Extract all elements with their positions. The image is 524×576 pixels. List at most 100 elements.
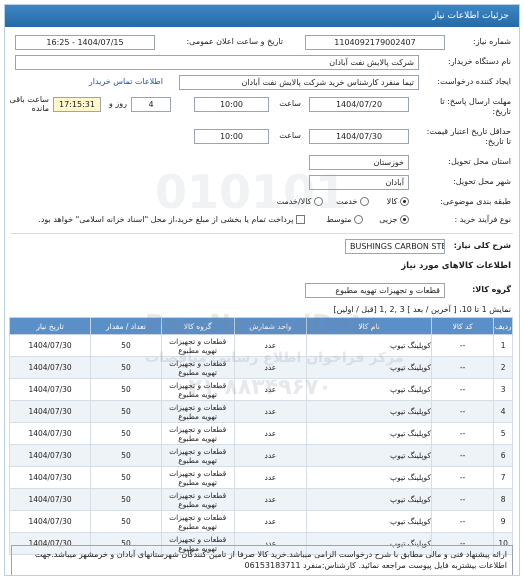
validity-date: 1404/07/30 xyxy=(309,129,409,144)
table-row: 1 -- کوپلینگ تیوپ عدد قطعات و تجهیزات تهویه … xyxy=(8,334,513,357)
row-summary: شرح کلی نیاز: BUSHINGS CARBON STEEL xyxy=(5,239,519,257)
cell-row: 8 xyxy=(493,488,513,511)
row-need-number: شماره نیاز: 1104092179002407 تاریخ و ساع… xyxy=(5,35,519,53)
row-goods-group: گروه کالا: قطعات و تجهیزات تهویه مطبوع xyxy=(5,283,519,301)
cell-date: 1404/07/30 xyxy=(8,444,92,467)
cell-name: کوپلینگ تیوپ xyxy=(306,356,432,379)
cell-quantity: 50 xyxy=(90,488,162,511)
row-category: طبقه بندی موضوعی: کالا خدمت کالا/خدمت xyxy=(5,195,519,213)
category-option-service[interactable]: خدمت xyxy=(336,197,369,206)
summary-value: BUSHINGS CARBON STEEL xyxy=(345,239,445,254)
table-row: 4 -- کوپلینگ تیوپ عدد قطعات و تجهیزات تهویه … xyxy=(8,400,513,423)
process-option-minor[interactable]: جزیی xyxy=(379,215,409,224)
table-row: 9 -- کوپلینگ تیوپ عدد قطعات و تجهیزات تهویه … xyxy=(8,510,513,533)
cell-date: 1404/07/30 xyxy=(8,466,92,489)
deadline-time-label: ساعت xyxy=(279,99,301,108)
city-label: شهر محل تحویل: xyxy=(453,177,511,186)
cell-code: -- xyxy=(430,466,495,489)
cell-unit: عدد xyxy=(233,488,308,511)
goods-table-header: ردیف کد کالا نام کالا واحد شمارش گروه کا… xyxy=(8,317,513,335)
cell-quantity: 50 xyxy=(90,378,162,401)
table-row: 7 -- کوپلینگ تیوپ عدد قطعات و تجهیزات تهویه … xyxy=(8,466,513,489)
radio-icon[interactable] xyxy=(360,197,369,206)
cell-code: -- xyxy=(430,444,495,467)
need-number-label: شماره نیاز: xyxy=(473,37,511,46)
row-deadline: مهلت ارسال پاسخ: تا تاریخ: 1404/07/20 سا… xyxy=(5,95,519,121)
goods-section-title: اطلاعات کالاهای مورد نیاز xyxy=(401,261,511,271)
process-option-medium[interactable]: متوسط xyxy=(326,215,363,224)
cell-date: 1404/07/30 xyxy=(8,356,92,379)
cell-group: قطعات و تجهیزات تهویه مطبوع xyxy=(160,334,235,357)
cell-group: قطعات و تجهیزات تهویه مطبوع xyxy=(160,422,235,445)
checkbox-icon[interactable] xyxy=(296,215,305,224)
col-quantity: تعداد / مقدار xyxy=(90,317,162,335)
cell-group: قطعات و تجهیزات تهویه مطبوع xyxy=(160,400,235,423)
cell-code: -- xyxy=(430,510,495,533)
row-process: نوع فرآیند خرید : جزیی متوسط پرداخت تمام… xyxy=(5,213,519,231)
deadline-time: 10:00 xyxy=(194,97,269,112)
cell-row: 5 xyxy=(493,422,513,445)
panel-title: جزئیات اطلاعات نیاز xyxy=(5,5,519,27)
days-remaining: 4 xyxy=(131,97,171,112)
radio-icon[interactable] xyxy=(314,197,323,206)
cell-unit: عدد xyxy=(233,466,308,489)
cell-group: قطعات و تجهیزات تهویه مطبوع xyxy=(160,466,235,489)
cell-name: کوپلینگ تیوپ xyxy=(306,466,432,489)
cell-group: قطعات و تجهیزات تهویه مطبوع xyxy=(160,510,235,533)
cell-name: کوپلینگ تیوپ xyxy=(306,510,432,533)
table-row: 2 -- کوپلینگ تیوپ عدد قطعات و تجهیزات تهویه … xyxy=(8,356,513,379)
cell-unit: عدد xyxy=(233,356,308,379)
deadline-date: 1404/07/20 xyxy=(309,97,409,112)
cell-group: قطعات و تجهیزات تهویه مطبوع xyxy=(160,356,235,379)
cell-unit: عدد xyxy=(233,510,308,533)
cell-row: 3 xyxy=(493,378,513,401)
table-row: 5 -- کوپلینگ تیوپ عدد قطعات و تجهیزات تهویه … xyxy=(8,422,513,445)
table-row: 3 -- کوپلینگ تیوپ عدد قطعات و تجهیزات تهویه … xyxy=(8,378,513,401)
radio-icon[interactable] xyxy=(400,197,409,206)
cell-quantity: 50 xyxy=(90,510,162,533)
cell-name: کوپلینگ تیوپ xyxy=(306,400,432,423)
cell-date: 1404/07/30 xyxy=(8,400,92,423)
cell-unit: عدد xyxy=(233,422,308,445)
row-province: استان محل تحویل: خوزستان xyxy=(5,155,519,173)
creator-label: ایجاد کننده درخواست: xyxy=(437,77,511,86)
radio-icon[interactable] xyxy=(354,215,363,224)
col-date: تاریخ نیاز xyxy=(8,317,92,335)
pagination[interactable]: نمایش 1 تا 10، [ آخرین / بعد ] 3 ,2 ,1 [… xyxy=(333,305,511,314)
cell-name: کوپلینگ تیوپ xyxy=(306,378,432,401)
col-row: ردیف xyxy=(493,317,513,335)
cell-row: 6 xyxy=(493,444,513,467)
cell-code: -- xyxy=(430,378,495,401)
contact-info-link[interactable]: اطلاعات تماس خریدار xyxy=(89,77,163,86)
cell-row: 2 xyxy=(493,356,513,379)
cell-row: 1 xyxy=(493,334,513,357)
cell-code: -- xyxy=(430,400,495,423)
deadline-label: مهلت ارسال پاسخ: تا تاریخ: xyxy=(439,97,511,116)
treasury-payment-option[interactable]: پرداخت تمام یا بخشی از مبلغ خرید،از محل … xyxy=(38,215,305,224)
row-buyer: نام دستگاه خریدار: شرکت پالایش نفت آبادا… xyxy=(5,55,519,73)
table-row: 8 -- کوپلینگ تیوپ عدد قطعات و تجهیزات تهویه … xyxy=(8,488,513,511)
need-details-panel: جزئیات اطلاعات نیاز شماره نیاز: 11040921… xyxy=(4,4,520,576)
cell-name: کوپلینگ تیوپ xyxy=(306,488,432,511)
province-value: خوزستان xyxy=(309,155,409,170)
table-row: 6 -- کوپلینگ تیوپ عدد قطعات و تجهیزات تهویه … xyxy=(8,444,513,467)
col-code: کد کالا xyxy=(430,317,495,335)
cell-date: 1404/07/30 xyxy=(8,334,92,357)
province-label: استان محل تحویل: xyxy=(448,157,511,166)
cell-group: قطعات و تجهیزات تهویه مطبوع xyxy=(160,444,235,467)
validity-label: حداقل تاریخ اعتبار قیمت: تا تاریخ: xyxy=(426,127,511,146)
description-box: ارائه پیشنهاد فنی و مالی مطابق با شرح در… xyxy=(11,545,513,575)
goods-table: ردیف کد کالا نام کالا واحد شمارش گروه کا… xyxy=(8,317,513,555)
cell-row: 7 xyxy=(493,466,513,489)
cell-quantity: 50 xyxy=(90,356,162,379)
category-option-goods-service[interactable]: کالا/خدمت xyxy=(277,197,323,206)
process-label: نوع فرآیند خرید : xyxy=(454,215,511,224)
cell-code: -- xyxy=(430,334,495,357)
radio-icon[interactable] xyxy=(400,215,409,224)
cell-unit: عدد xyxy=(233,334,308,357)
category-option-goods[interactable]: کالا xyxy=(387,197,409,206)
validity-time-label: ساعت xyxy=(279,131,301,140)
buyer-value: شرکت پالایش نفت آبادان xyxy=(15,55,419,70)
cell-row: 9 xyxy=(493,510,513,533)
cell-name: کوپلینگ تیوپ xyxy=(306,334,432,357)
